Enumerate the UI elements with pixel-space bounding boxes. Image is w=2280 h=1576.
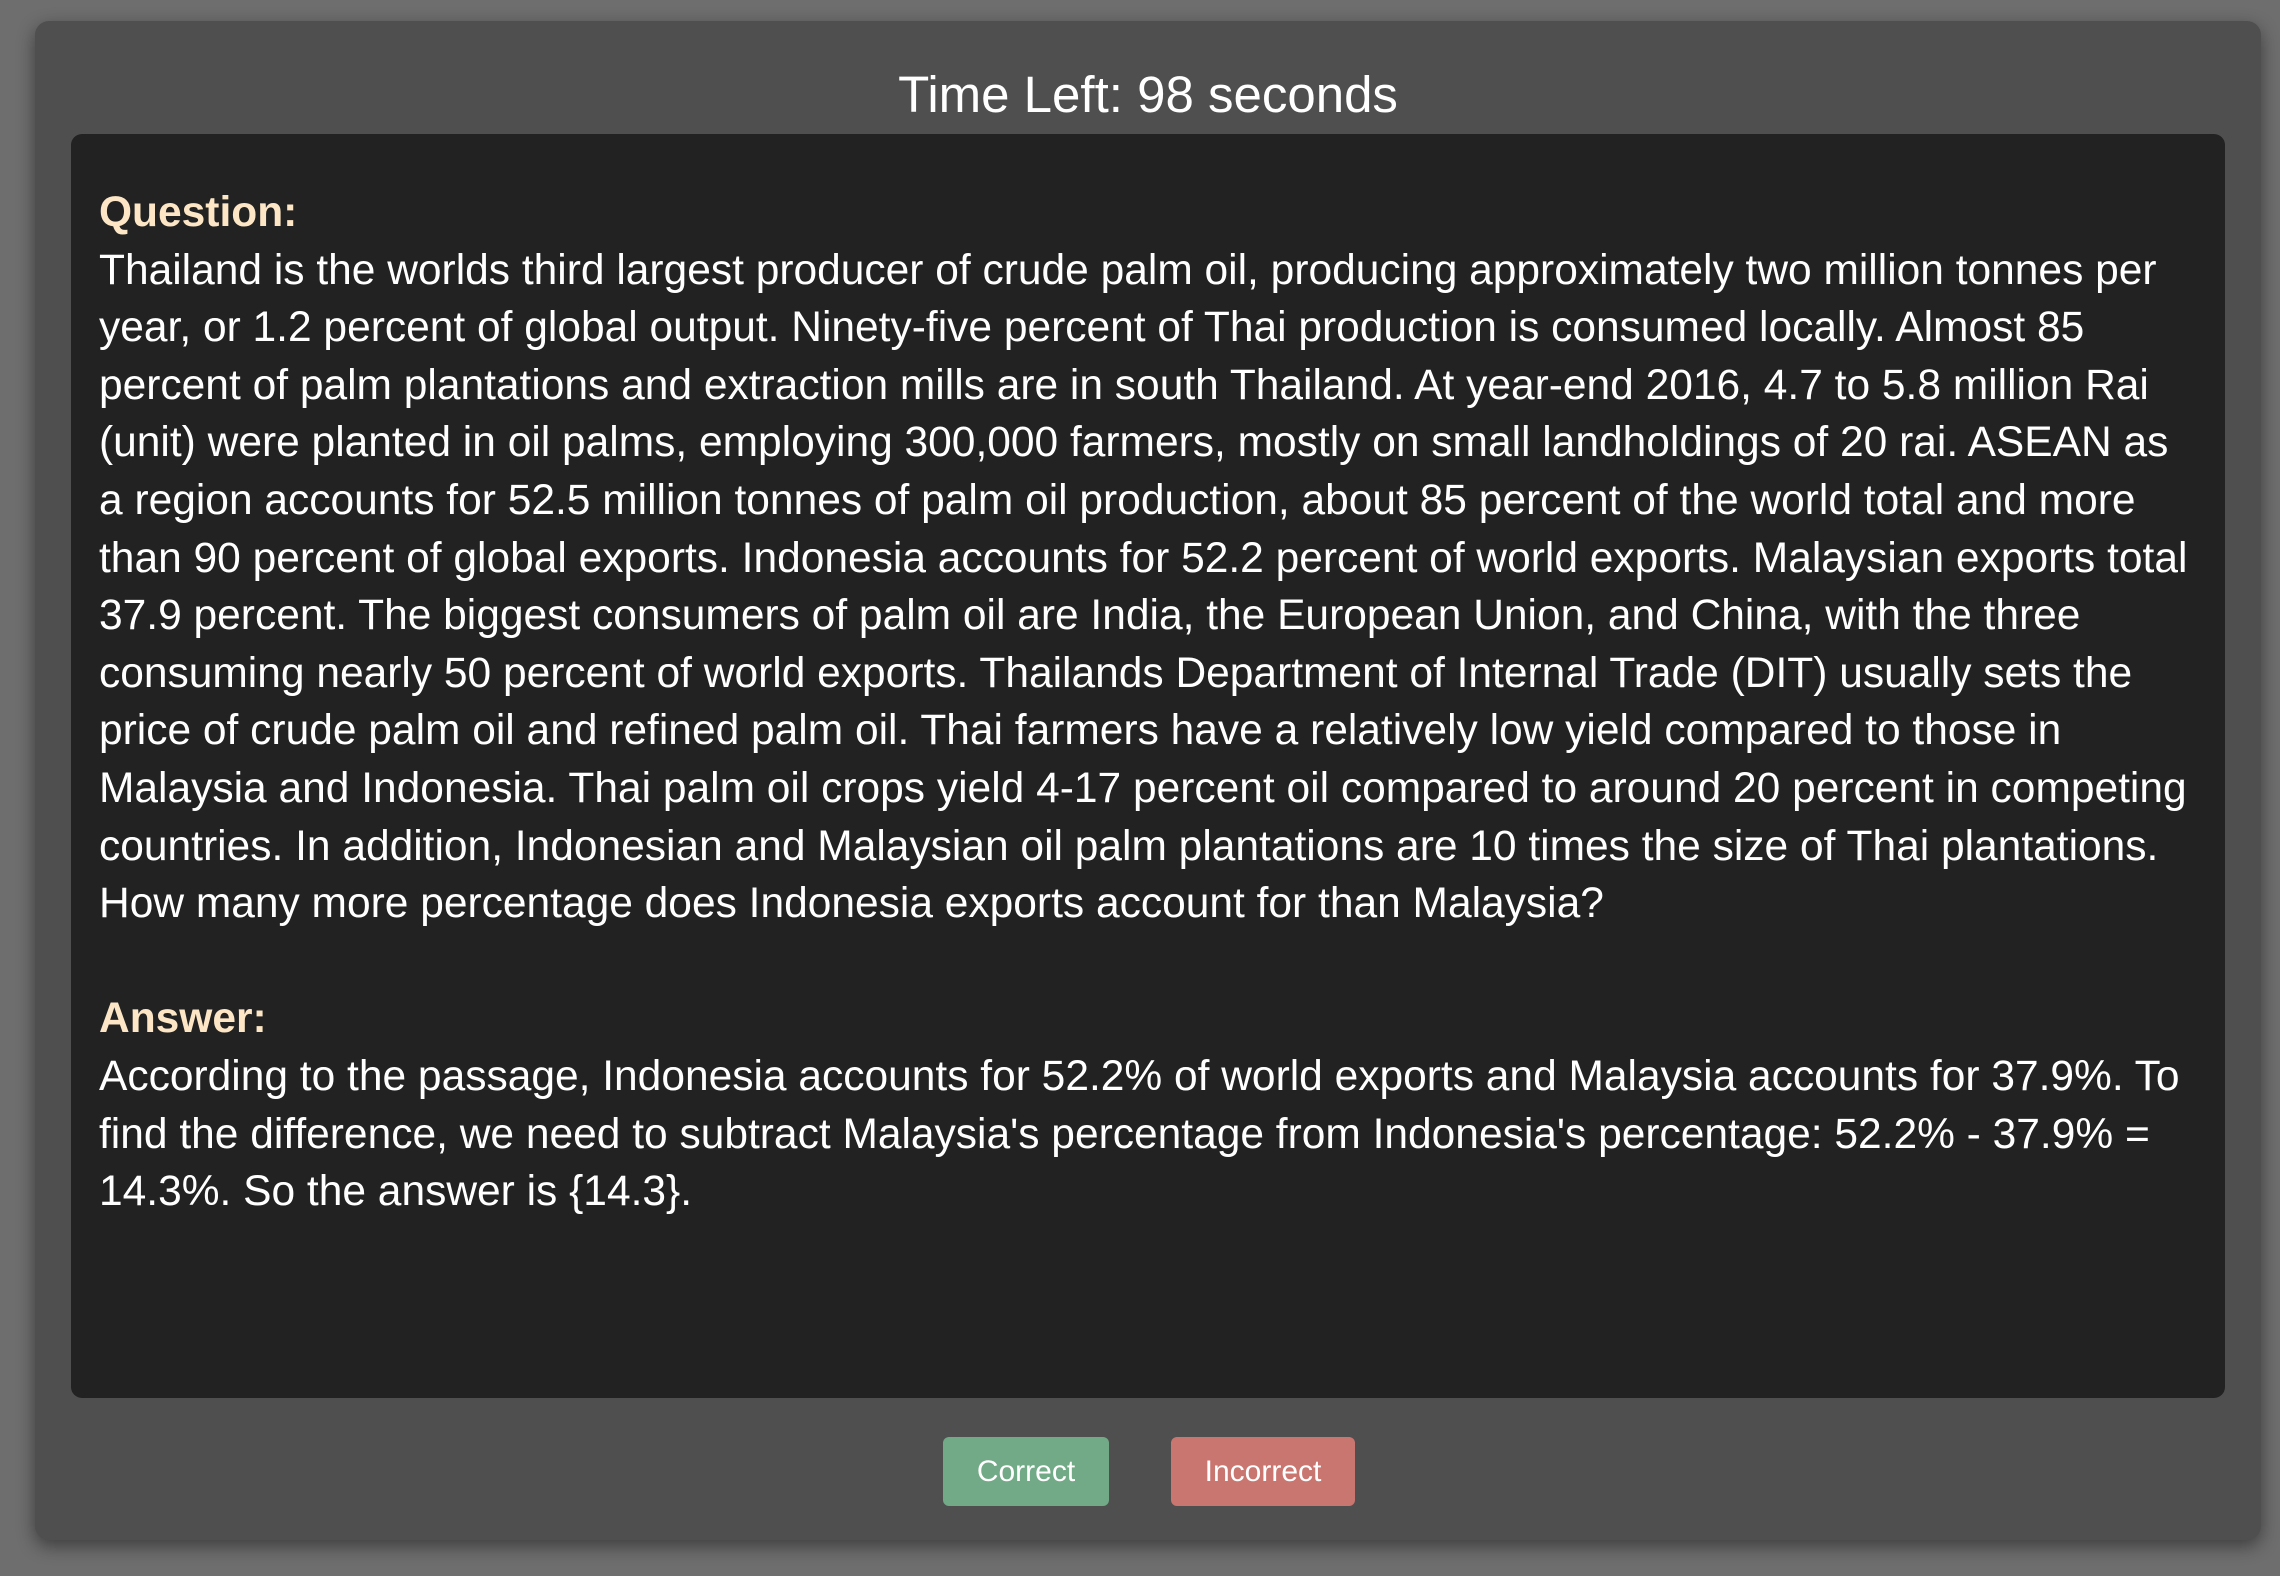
answer-text: According to the passage, Indonesia acco…	[99, 1052, 2180, 1216]
time-left-display: Time Left: 98 seconds	[898, 66, 1398, 123]
answer-label: Answer:	[99, 995, 267, 1043]
review-panel: Time Left: 98 seconds Question: Thailand…	[35, 21, 2261, 1540]
judgement-buttons: Correct Incorrect	[35, 1437, 2261, 1506]
incorrect-button[interactable]: Incorrect	[1171, 1437, 1355, 1506]
question-text: Thailand is the worlds third largest pro…	[99, 246, 2188, 928]
qa-content-box: Question: Thailand is the worlds third l…	[71, 134, 2225, 1398]
correct-button[interactable]: Correct	[943, 1437, 1109, 1506]
question-label: Question:	[99, 189, 298, 236]
